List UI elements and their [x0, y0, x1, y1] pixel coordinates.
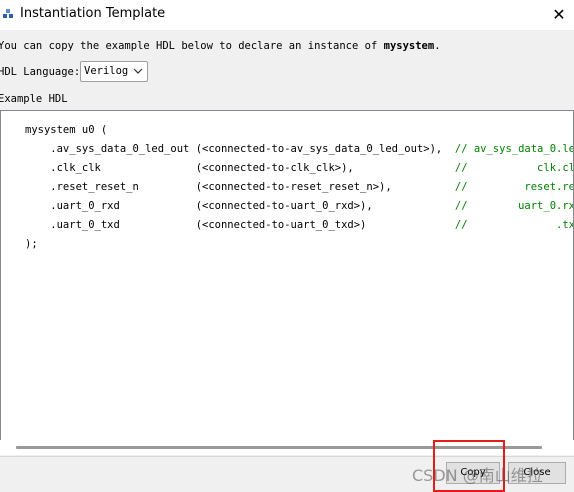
code-line: .uart_0_txd (<connected-to-uart_0_txd>) …: [25, 216, 574, 235]
port-connection: (<connected-to-uart_0_txd>): [195, 219, 455, 231]
intro-suffix: .: [434, 40, 441, 52]
port-connection: (<connected-to-reset_reset_n>),: [195, 181, 455, 193]
port-name: .clk_clk: [25, 162, 196, 174]
hdl-language-value: Verilog: [84, 65, 129, 77]
code-line: .clk_clk (<connected-to-clk_clk>), // cl…: [25, 159, 574, 178]
hdl-language-label: HDL Language:: [0, 66, 81, 78]
port-comment: // av_sys_data_0.led_ou: [454, 143, 573, 155]
code-line: .av_sys_data_0_led_out (<connected-to-av…: [25, 140, 573, 159]
hdl-language-select[interactable]: Verilog: [80, 61, 148, 82]
window-title: Instantiation Template: [20, 6, 166, 21]
title-bar: Instantiation Template ✕: [0, 0, 574, 30]
code-line-footer: );: [25, 238, 38, 250]
close-icon[interactable]: ✕: [548, 4, 570, 26]
port-comment: // reset.reset_n: [454, 181, 573, 193]
code-line: .reset_reset_n (<connected-to-reset_rese…: [25, 178, 573, 197]
port-comment: // .txd: [454, 219, 574, 231]
port-name: .uart_0_txd: [25, 219, 196, 231]
port-connection: (<connected-to-uart_0_rxd>),: [195, 200, 455, 212]
port-name: .av_sys_data_0_led_out: [25, 143, 196, 155]
code-view[interactable]: mysystem u0 ( .av_sys_data_0_led_out (<c…: [0, 110, 574, 455]
code-line: .uart_0_rxd (<connected-to-uart_0_rxd>),…: [25, 197, 574, 216]
system-name: mysystem: [383, 40, 435, 52]
port-name: .uart_0_rxd: [25, 200, 196, 212]
port-name: .reset_reset_n: [25, 181, 196, 193]
port-connection: (<connected-to-clk_clk>),: [195, 162, 455, 174]
watermark: CSDN @南山维拉: [412, 466, 543, 485]
port-connection: (<connected-to-av_sys_data_0_led_out>),: [195, 143, 455, 155]
intro-prefix: You can copy the example HDL below to de…: [0, 40, 384, 52]
code-line-header: mysystem u0 (: [25, 124, 108, 136]
port-comment: // clk.clk: [454, 162, 574, 174]
ip-block-icon: [3, 9, 13, 18]
example-hdl-label: Example HDL: [0, 93, 68, 105]
intro-text: You can copy the example HDL below to de…: [0, 40, 441, 52]
code-listing: mysystem u0 ( .av_sys_data_0_led_out (<c…: [25, 121, 574, 254]
chevron-down-icon: [133, 68, 143, 74]
port-comment: // uart_0.rxd: [454, 200, 574, 212]
